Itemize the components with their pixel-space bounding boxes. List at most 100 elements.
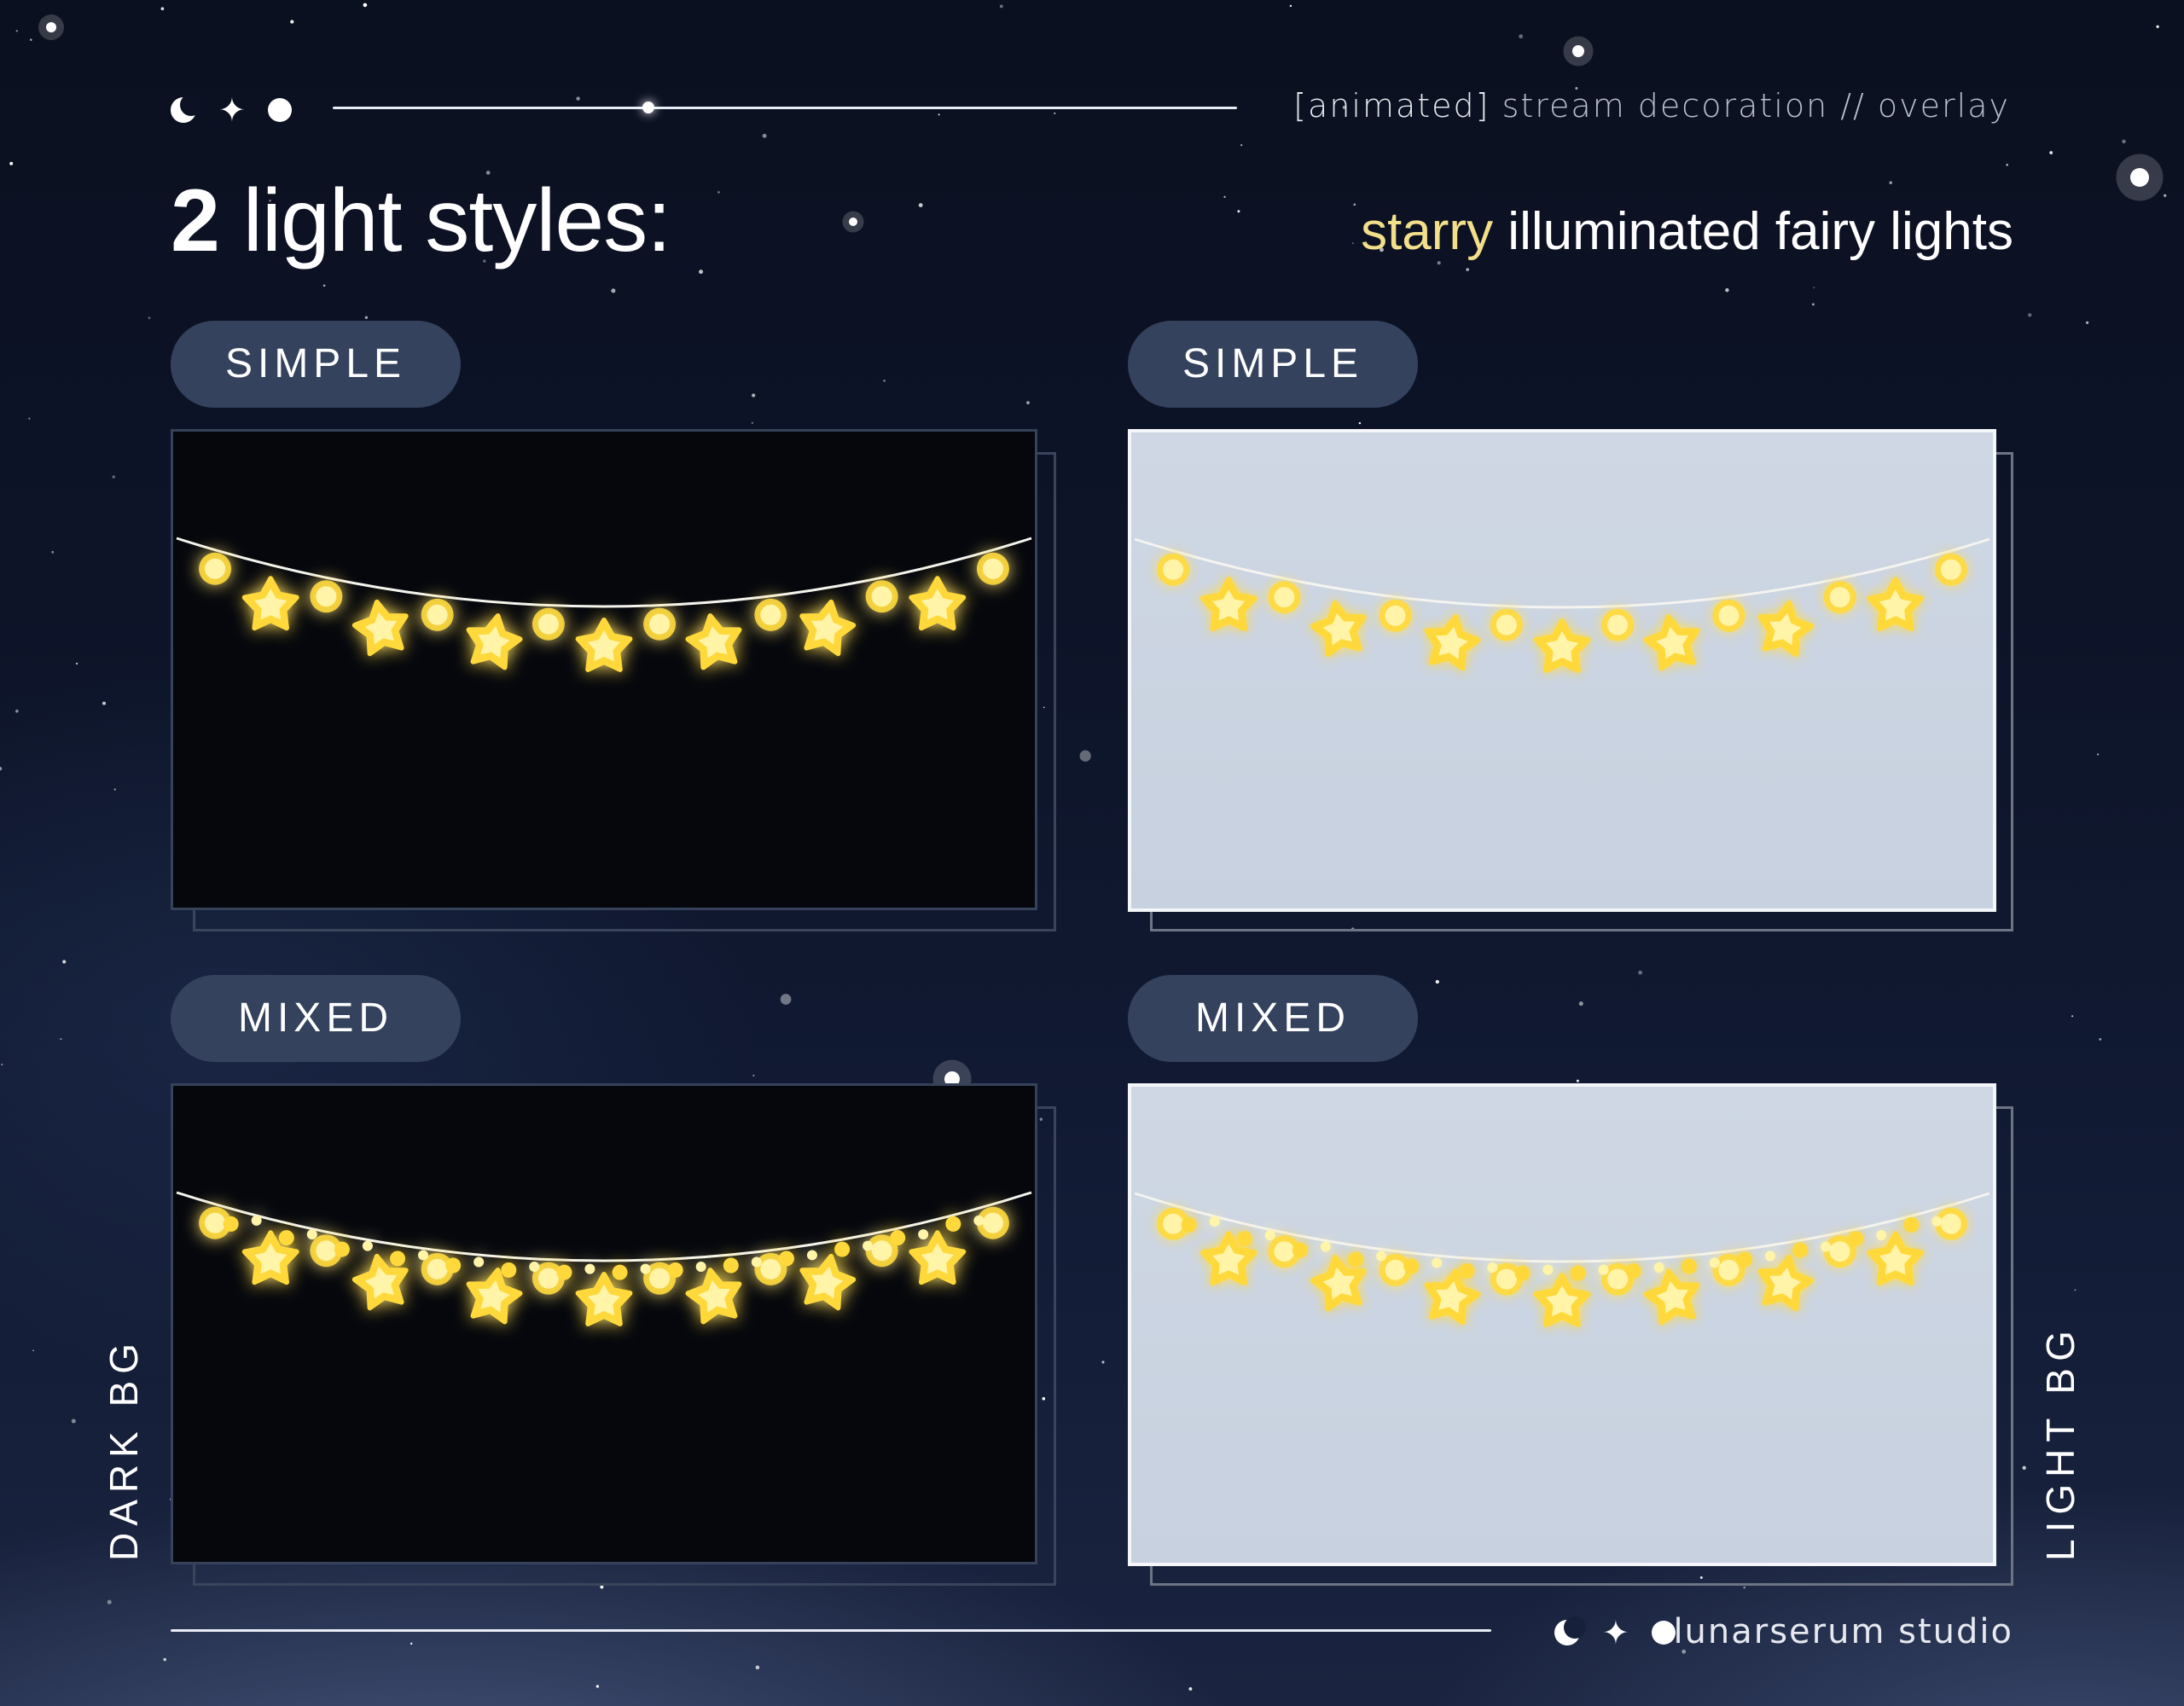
round-bulb-core — [649, 1268, 671, 1289]
sky-star — [1353, 203, 1356, 206]
sky-star — [2049, 151, 2053, 154]
round-bulb-core — [537, 613, 559, 635]
sky-star — [1289, 4, 1292, 8]
preview-mixed-light — [1128, 1083, 1996, 1566]
small-bulb — [667, 1262, 683, 1278]
sky-star — [1240, 144, 1243, 147]
round-bulb-core — [427, 1258, 448, 1280]
sky-star — [1578, 1001, 1583, 1007]
sky-star — [1, 1064, 3, 1065]
round-bulb-core — [760, 604, 781, 625]
sky-star — [2156, 25, 2159, 28]
tagline-lead: [animated] — [1293, 87, 1490, 125]
round-bulb-core — [1829, 1241, 1850, 1262]
small-bulb — [1570, 1265, 1586, 1281]
sky-star — [163, 1657, 166, 1662]
preview-mixed-dark — [171, 1083, 1037, 1564]
round-bulb-core — [1163, 1213, 1184, 1234]
light-bg-label: LIGHT BG — [2038, 1324, 2082, 1561]
round-bulb-core — [1385, 605, 1406, 626]
sky-star — [600, 1585, 604, 1589]
sky-star — [160, 7, 165, 11]
fairy-lights — [176, 1191, 1032, 1326]
sky-star — [999, 4, 1003, 9]
sky-star — [595, 1685, 600, 1688]
sky-star — [15, 709, 19, 713]
sky-star — [1352, 242, 1354, 244]
small-bulb — [501, 1262, 517, 1278]
sky-star — [1519, 34, 1524, 39]
small-bulb — [556, 1264, 572, 1280]
small-bulb — [1487, 1262, 1498, 1273]
round-bulb-core — [427, 604, 448, 625]
sky-star — [322, 284, 326, 287]
small-bulb — [251, 1215, 262, 1226]
label-simple-dark: SIMPLE — [171, 321, 461, 408]
small-bulb — [1848, 1231, 1864, 1247]
round-bulb-core — [1718, 1259, 1740, 1280]
preview-simple-dark — [171, 429, 1037, 910]
sky-star — [148, 316, 151, 320]
sky-star — [1026, 401, 1030, 404]
sky-star — [410, 1642, 413, 1645]
small-bulb — [1903, 1216, 1920, 1233]
sky-star — [762, 133, 767, 138]
subtitle-rest: illuminated fairy lights — [1493, 202, 2013, 261]
sky-star — [938, 113, 940, 116]
small-bulb — [1764, 1250, 1775, 1262]
small-bulb — [1821, 1241, 1832, 1252]
small-bulb — [223, 1216, 239, 1232]
sky-star — [1358, 421, 1362, 425]
small-bulb — [1514, 1265, 1531, 1281]
small-bulb — [640, 1263, 651, 1274]
bright-star — [2130, 168, 2149, 187]
sky-star — [1638, 970, 1643, 975]
sky-star — [2028, 313, 2032, 317]
small-bulb — [918, 1229, 929, 1240]
header-divider — [333, 107, 1237, 109]
sky-star — [15, 30, 18, 32]
sky-star — [1811, 303, 1815, 306]
small-bulb — [1292, 1242, 1308, 1258]
small-bulb — [1681, 1258, 1697, 1274]
small-bulb — [973, 1215, 985, 1226]
sky-star — [112, 475, 115, 479]
sky-star — [611, 288, 616, 293]
sky-star — [1188, 1686, 1193, 1691]
fairy-lights — [1134, 1192, 1990, 1327]
circle-icon — [1651, 1621, 1676, 1645]
small-bulb — [1598, 1264, 1609, 1275]
small-bulb — [778, 1250, 794, 1267]
round-bulb-core — [1718, 605, 1740, 626]
sky-star — [1101, 1361, 1105, 1364]
sky-star — [2099, 1037, 2102, 1041]
sky-star — [102, 701, 107, 705]
moon-icon — [1554, 1616, 1586, 1645]
small-bulb — [1931, 1216, 1943, 1227]
round-bulb-core — [316, 586, 337, 607]
small-bulb — [695, 1261, 706, 1272]
round-bulb-core — [205, 558, 226, 579]
sky-star — [1743, 1586, 1745, 1589]
dark-bg-label: DARK BG — [102, 1336, 146, 1561]
light-string — [1134, 1192, 1990, 1263]
sky-star — [717, 191, 720, 194]
label-simple-light: SIMPLE — [1128, 321, 1418, 408]
sky-star — [1079, 750, 1091, 762]
round-bulb-core — [1607, 614, 1629, 635]
small-bulb — [278, 1230, 294, 1246]
small-bulb — [1876, 1230, 1887, 1241]
round-bulb-core — [871, 586, 892, 607]
small-bulb — [1653, 1262, 1664, 1273]
small-bulb — [1320, 1241, 1331, 1252]
small-bulb — [1348, 1251, 1364, 1268]
sky-star — [780, 994, 792, 1005]
sky-star — [755, 1665, 760, 1670]
round-bulb-core — [1274, 1241, 1295, 1262]
sky-star — [2086, 321, 2089, 324]
small-bulb — [529, 1261, 540, 1272]
round-bulb-core — [871, 1240, 892, 1262]
small-bulb — [1459, 1262, 1475, 1279]
title-number: 2 — [171, 171, 220, 270]
sky-star — [752, 1074, 755, 1076]
